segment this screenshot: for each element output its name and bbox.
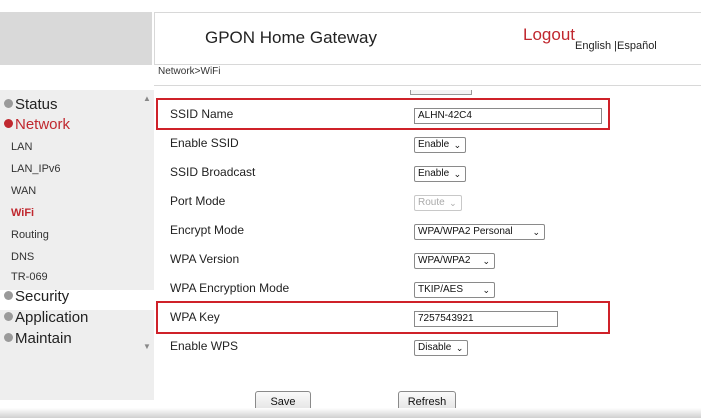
select-value: Enable bbox=[418, 139, 450, 150]
select-value: Enable bbox=[418, 168, 450, 179]
chevron-down-icon: ⌄ bbox=[482, 285, 490, 295]
bullet-icon bbox=[4, 333, 13, 342]
enable-wps-label: Enable WPS bbox=[170, 339, 239, 353]
select-value: TKIP/AES bbox=[418, 284, 464, 295]
sidebar: ▲ ▼ Status Network LAN LAN_IPv6 WAN WiFi… bbox=[0, 90, 154, 400]
sidebar-subitem-lan[interactable]: LAN bbox=[11, 141, 32, 153]
sidebar-item-security[interactable]: Security bbox=[4, 288, 69, 305]
encrypt-mode-label: Encrypt Mode bbox=[170, 223, 245, 237]
chevron-down-icon: ⌄ bbox=[449, 198, 457, 208]
enable-ssid-label: Enable SSID bbox=[170, 136, 239, 150]
port-mode-select: Route ⌄ bbox=[414, 195, 462, 211]
sidebar-subitem-tr069[interactable]: TR-069 bbox=[11, 271, 48, 283]
chevron-down-icon: ⌄ bbox=[532, 227, 540, 237]
wpa-key-highlight-box bbox=[156, 301, 610, 334]
chevron-down-icon: ⌄ bbox=[455, 343, 464, 353]
select-value: WPA/WPA2 bbox=[418, 255, 471, 266]
header-bar: GPON Home Gateway Logout English |Españo… bbox=[154, 12, 701, 65]
wpa-version-select[interactable]: WPA/WPA2 ⌄ bbox=[414, 253, 495, 269]
sidebar-subitem-dns[interactable]: DNS bbox=[11, 251, 34, 263]
language-switch: English |Español bbox=[575, 40, 657, 52]
breadcrumb: Network>WiFi bbox=[158, 66, 221, 77]
sidebar-subitem-routing[interactable]: Routing bbox=[11, 229, 49, 241]
bullet-icon bbox=[4, 312, 13, 321]
bullet-icon bbox=[4, 291, 13, 300]
sidebar-item-label: Network bbox=[15, 116, 71, 133]
wpa-encryption-mode-select[interactable]: TKIP/AES ⌄ bbox=[414, 282, 495, 298]
encrypt-mode-select[interactable]: WPA/WPA2 Personal ⌄ bbox=[414, 224, 545, 240]
select-value: Route bbox=[418, 197, 445, 208]
enable-wps-select[interactable]: Disable ⌄ bbox=[414, 340, 469, 356]
sidebar-item-application[interactable]: Application bbox=[4, 309, 88, 326]
select-value: Disable bbox=[418, 342, 452, 353]
bottom-shadow bbox=[0, 408, 701, 418]
sidebar-item-label: Security bbox=[15, 288, 70, 305]
router-admin-page: GPON Home Gateway Logout English |Españo… bbox=[0, 0, 701, 418]
logout-link[interactable]: Logout bbox=[523, 25, 575, 45]
page-title: GPON Home Gateway bbox=[205, 28, 377, 47]
wpa-version-label: WPA Version bbox=[170, 252, 240, 266]
logo-area bbox=[0, 12, 152, 65]
row-port-mode: Port Mode Route ⌄ bbox=[154, 188, 701, 216]
sidebar-item-label: Application bbox=[15, 309, 89, 326]
sidebar-item-label: Maintain bbox=[15, 330, 72, 347]
row-ssid-broadcast: SSID Broadcast Enable ⌄ bbox=[154, 159, 701, 187]
lang-spanish-link[interactable]: Español bbox=[617, 40, 657, 52]
sidebar-item-label: Status bbox=[15, 96, 58, 113]
row-encrypt-mode: Encrypt Mode WPA/WPA2 Personal ⌄ bbox=[154, 217, 701, 245]
ssid-broadcast-select[interactable]: Enable ⌄ bbox=[414, 166, 467, 182]
chevron-down-icon: ⌄ bbox=[453, 140, 462, 150]
ssid-highlight-box bbox=[156, 98, 610, 130]
sidebar-subitem-lan-ipv6[interactable]: LAN_IPv6 bbox=[11, 163, 61, 175]
sidebar-subitem-wan[interactable]: WAN bbox=[11, 185, 36, 197]
row-enable-ssid: Enable SSID Enable ⌄ bbox=[154, 130, 701, 158]
partial-button bbox=[410, 90, 472, 95]
row-enable-wps: Enable WPS Disable ⌄ bbox=[154, 333, 701, 361]
port-mode-label: Port Mode bbox=[170, 194, 226, 208]
sidebar-scrollbar[interactable]: ▲ ▼ bbox=[141, 90, 153, 355]
wpa-encryption-mode-label: WPA Encryption Mode bbox=[170, 281, 290, 295]
sidebar-item-status[interactable]: Status bbox=[4, 96, 58, 113]
enable-ssid-select[interactable]: Enable ⌄ bbox=[414, 137, 467, 153]
sidebar-item-maintain[interactable]: Maintain bbox=[4, 330, 72, 347]
chevron-down-icon: ⌄ bbox=[482, 256, 490, 266]
scroll-up-icon[interactable]: ▲ bbox=[143, 94, 151, 103]
select-value: WPA/WPA2 Personal bbox=[418, 226, 513, 237]
chevron-down-icon: ⌄ bbox=[453, 169, 462, 179]
bullet-icon bbox=[4, 119, 13, 128]
sidebar-item-network[interactable]: Network bbox=[4, 116, 70, 133]
row-wpa-encryption-mode: WPA Encryption Mode TKIP/AES ⌄ bbox=[154, 275, 701, 303]
row-wpa-version: WPA Version WPA/WPA2 ⌄ bbox=[154, 246, 701, 274]
lang-english-link[interactable]: English bbox=[575, 40, 611, 52]
bullet-icon bbox=[4, 99, 13, 108]
wifi-settings-form: SSID Name Enable SSID Enable⌄ SSID Broad… bbox=[154, 86, 701, 391]
scroll-down-icon[interactable]: ▼ bbox=[143, 342, 151, 351]
ssid-broadcast-label: SSID Broadcast bbox=[170, 165, 256, 179]
sidebar-subitem-wifi[interactable]: WiFi bbox=[11, 207, 34, 219]
